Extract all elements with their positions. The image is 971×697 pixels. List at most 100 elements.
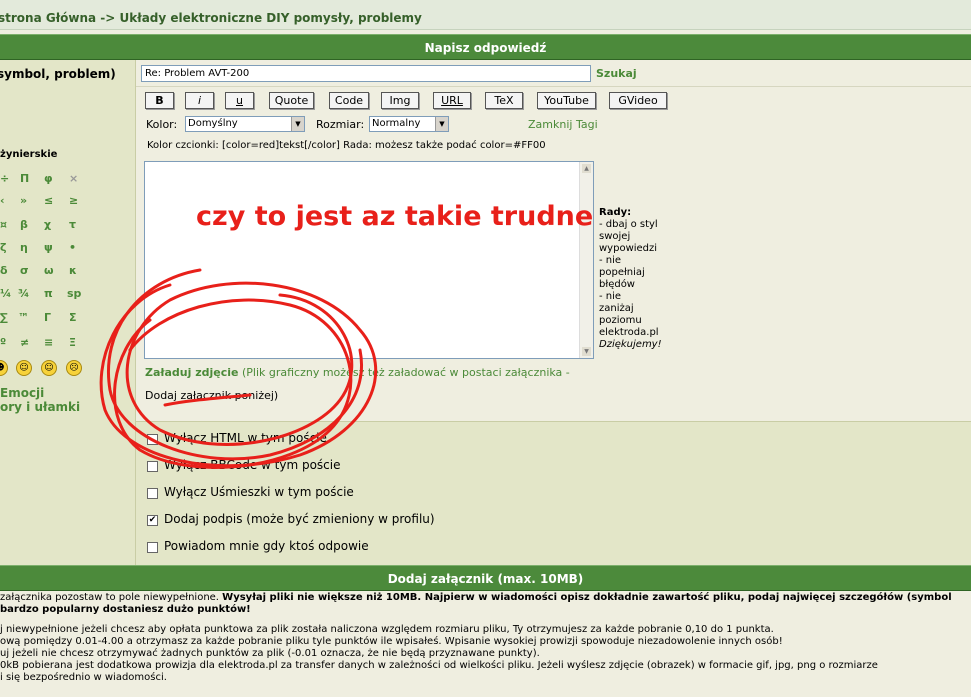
tips-box: Rady: - dbaj o styl swojej wypowiedzi - … (599, 207, 679, 351)
add-signature-checkbox[interactable]: ✔ (147, 515, 158, 526)
symbol-button[interactable]: ζ (0, 241, 7, 254)
tips-line: zaniżaj (599, 303, 634, 314)
color-select-value: Domyślny (188, 118, 238, 129)
tex-button[interactable]: TeX (485, 92, 523, 109)
url-button[interactable]: URL (433, 92, 471, 109)
more-emoticons-link[interactable]: Emocji (0, 386, 44, 400)
symbol-button[interactable]: φ (44, 172, 53, 185)
symbol-button[interactable]: » (20, 194, 27, 207)
option-label: Wyłącz Uśmieszki w tym poście (164, 485, 354, 499)
youtube-button[interactable]: YouTube (537, 92, 596, 109)
symbol-button[interactable]: ¾ (18, 287, 29, 300)
message-text: czy to jest az takie trudne (196, 201, 594, 232)
scroll-down-icon[interactable]: ▼ (582, 347, 591, 356)
footer-line: ową pomiędzy 0.01-4.00 a otrzymasz za ka… (0, 636, 783, 647)
symbol-button[interactable]: τ (69, 218, 76, 231)
message-textarea[interactable]: ▲ ▼ (144, 161, 594, 359)
size-select[interactable]: Normalny ▼ (369, 116, 449, 132)
chevron-down-icon: ▼ (291, 117, 304, 131)
search-link[interactable]: Szukaj (596, 67, 637, 80)
code-button[interactable]: Code (329, 92, 369, 109)
symbol-button[interactable]: ψ (44, 241, 53, 254)
upload-note-2: Dodaj załącznik poniżej) (145, 389, 279, 402)
size-label: Rozmiar: (316, 118, 365, 131)
gvideo-button[interactable]: GVideo (609, 92, 667, 109)
breadcrumb-text[interactable]: strona Główna -> Układy elektroniczne DI… (0, 11, 422, 25)
color-select[interactable]: Domyślny ▼ (185, 116, 305, 132)
reply-header: Napisz odpowiedź (0, 34, 971, 60)
upload-image-link[interactable]: Załaduj zdjęcie (145, 366, 238, 379)
chevron-down-icon: ▼ (435, 117, 448, 131)
symbol-button[interactable]: η (20, 241, 28, 254)
symbol-button[interactable]: σ (20, 264, 29, 277)
quote-button[interactable]: Quote (269, 92, 314, 109)
symbol-button[interactable]: ™ (18, 311, 29, 324)
footer-line: uj jeżeli nie chcesz otrzymywać żadnych … (0, 648, 540, 659)
format-hint: Kolor czcionki: [color=red]tekst[/color]… (147, 140, 546, 151)
footer-line: j niewypełnione jeżeli chcesz aby opłata… (0, 624, 774, 635)
upload-note: (Plik graficzny możesz też załadować w p… (241, 366, 570, 379)
symbol-button[interactable]: ≠ (20, 336, 29, 349)
footer-line: i się bezpośrednio w wiadomości. (0, 672, 167, 683)
symbol-button[interactable]: ¼ (0, 287, 11, 300)
symbol-button[interactable]: ¤ (0, 218, 7, 231)
footer-line-bold: bardzo popularny dostaniesz dużo punktów… (0, 604, 251, 615)
symbol-button[interactable]: ≥ (69, 194, 78, 207)
tips-line: poziomu (599, 315, 642, 326)
footer-line: 0kB pobierana jest dodatkowa prowizja dl… (0, 660, 878, 671)
fractions-link[interactable]: ory i ułamki (0, 400, 80, 414)
symbol-button[interactable]: Ξ (69, 336, 76, 349)
subject-input[interactable] (141, 65, 591, 82)
upload-info: Załaduj zdjęcie (Plik graficzny możesz t… (145, 361, 605, 407)
breadcrumb[interactable]: strona Główna -> Układy elektroniczne DI… (0, 0, 971, 30)
attachment-info: załącznika pozostaw to pole niewypełnion… (0, 592, 971, 684)
img-button[interactable]: Img (381, 92, 419, 109)
bold-button[interactable]: B (145, 92, 174, 109)
notify-reply-checkbox[interactable] (147, 542, 158, 553)
symbol-button[interactable]: Σ (69, 311, 77, 324)
symbol-button[interactable]: ‹ (0, 194, 5, 207)
tips-line: wypowiedzi (599, 243, 658, 254)
footer-line-bold: Wysyłaj pliki nie większe niż 10MB. Najp… (222, 592, 952, 603)
symbol-button[interactable]: ÷ (0, 172, 9, 185)
disable-smilies-checkbox[interactable] (147, 488, 158, 499)
scroll-up-icon[interactable]: ▲ (582, 164, 591, 173)
symbol-button[interactable]: ω (44, 264, 54, 277)
symbol-button[interactable]: ∑ (0, 311, 8, 324)
symbol-button[interactable]: β (20, 218, 28, 231)
neutral-face-icon[interactable]: ☺ (41, 360, 57, 376)
symbol-button[interactable]: ≤ (44, 194, 53, 207)
disable-html-checkbox[interactable] (147, 434, 158, 445)
sad-face-icon[interactable]: ☹ (66, 360, 82, 376)
subject-label: symbol, problem) (0, 67, 116, 81)
tips-title: Rady: (599, 207, 632, 218)
grin-icon[interactable]: ☺ (16, 360, 32, 376)
symbol-button[interactable]: Π (20, 172, 29, 185)
symbol-button[interactable]: º (0, 336, 6, 349)
option-label: Wyłącz BBCode w tym poście (164, 458, 341, 472)
tips-line: elektroda.pl (599, 327, 659, 338)
symbol-button[interactable]: π (44, 287, 53, 300)
symbol-button[interactable]: ≡ (44, 336, 53, 349)
symbol-button[interactable]: Γ (44, 311, 51, 324)
italic-button[interactable]: i (185, 92, 214, 109)
tips-line: błędów (599, 279, 635, 290)
textarea-scrollbar[interactable]: ▲ ▼ (579, 162, 593, 358)
tips-line: popełniaj (599, 267, 645, 278)
attachment-header: Dodaj załącznik (max. 10MB) (0, 565, 971, 591)
tips-thanks: Dziękujemy! (599, 339, 662, 350)
symbol-button[interactable]: • (69, 241, 76, 254)
symbol-button[interactable]: χ (44, 218, 51, 231)
underline-button[interactable]: u (225, 92, 254, 109)
symbol-button[interactable]: × (69, 172, 78, 185)
option-label: Wyłącz HTML w tym poście (164, 431, 327, 445)
tips-line: swojej (599, 231, 631, 242)
symbol-button[interactable]: δ (0, 264, 8, 277)
color-label: Kolor: (146, 118, 178, 131)
symbol-button[interactable]: κ (69, 264, 77, 277)
footer-line: załącznika pozostaw to pole niewypełnion… (0, 592, 223, 603)
size-select-value: Normalny (372, 118, 421, 129)
close-tags-link[interactable]: Zamknij Tagi (528, 118, 598, 131)
disable-bbcode-checkbox[interactable] (147, 461, 158, 472)
symbol-button[interactable]: sp (67, 287, 81, 300)
